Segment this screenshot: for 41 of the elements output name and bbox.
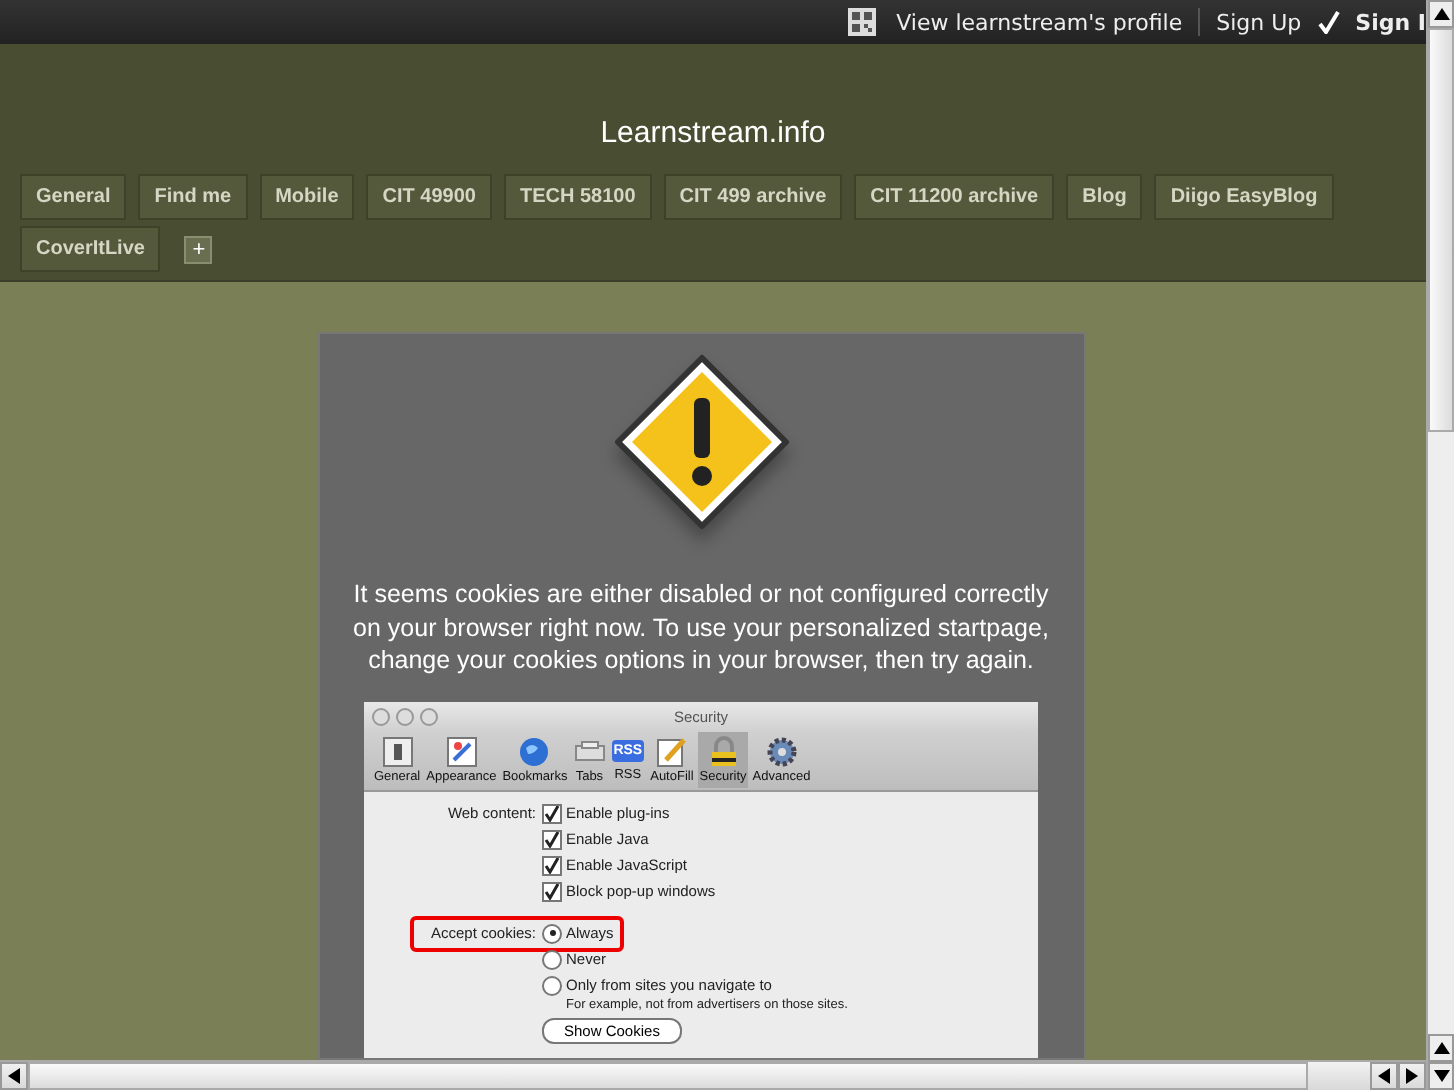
nav-tab[interactable]: CoverItLive xyxy=(20,226,161,272)
scroll-up-icon xyxy=(1433,1042,1449,1054)
checkbox[interactable] xyxy=(542,855,562,875)
gear-icon xyxy=(765,735,798,767)
qr-code-icon xyxy=(848,8,877,36)
checkbox[interactable] xyxy=(542,803,562,823)
checkbox[interactable] xyxy=(542,881,562,901)
checkmark-icon xyxy=(1317,10,1340,34)
nav-tab[interactable]: TECH 58100 xyxy=(503,174,652,220)
nav-tab[interactable]: Mobile xyxy=(259,174,355,220)
nav-tab[interactable]: Diigo EasyBlog xyxy=(1154,174,1334,220)
scroll-up-icon xyxy=(1433,8,1449,20)
globe-icon xyxy=(518,735,551,767)
vertical-scrollbar[interactable] xyxy=(1426,0,1454,1090)
scroll-down-icon xyxy=(1433,1070,1449,1082)
warning-icon xyxy=(609,350,793,534)
pencil-icon xyxy=(655,735,688,767)
radio-button[interactable] xyxy=(542,923,562,943)
sign-in-link[interactable]: Sign I xyxy=(1355,9,1426,35)
palette-icon xyxy=(445,735,478,767)
error-message: It seems cookies are either disabled or not configured correctly on your browser right now. To use your personalized startpage, change your cookies options in your browser, then try again. xyxy=(351,578,1051,677)
scroll-right-icon xyxy=(1406,1068,1418,1084)
sign-up-link[interactable]: Sign Up xyxy=(1216,9,1302,35)
add-tab-button[interactable]: + xyxy=(184,235,213,263)
window-controls-icon xyxy=(372,707,440,725)
checkbox[interactable] xyxy=(542,829,562,849)
switch-icon xyxy=(381,735,414,767)
nav-tab[interactable]: CIT 499 archive xyxy=(663,174,843,220)
scroll-left-icon xyxy=(8,1068,20,1084)
scroll-left-icon xyxy=(1378,1068,1390,1084)
radio-button[interactable] xyxy=(542,975,562,995)
site-title: Learnstream.info xyxy=(598,116,828,150)
nav-tab[interactable]: General xyxy=(20,174,127,220)
nav-tab[interactable]: CIT 49900 xyxy=(366,174,492,220)
profile-link[interactable]: View learnstream's profile xyxy=(896,9,1183,35)
tabs-icon xyxy=(573,735,606,767)
horizontal-scrollbar[interactable] xyxy=(0,1060,1426,1090)
nav-tab[interactable]: Find me xyxy=(138,174,248,220)
nav-tab[interactable]: Blog xyxy=(1066,174,1143,220)
lock-icon xyxy=(707,735,740,767)
nav-tab[interactable]: CIT 11200 archive xyxy=(854,174,1055,220)
